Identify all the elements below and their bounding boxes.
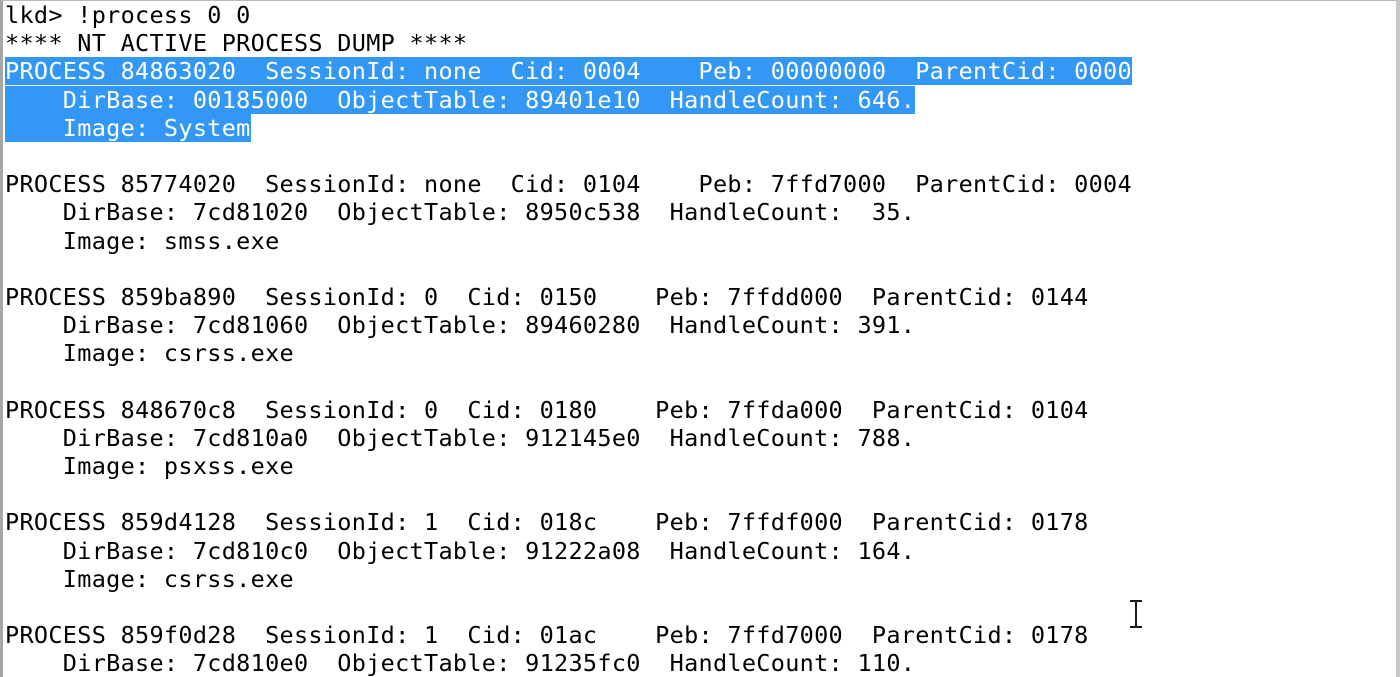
process-detail-line: DirBase: 00185000 ObjectTable: 89401e10 … [3, 85, 1396, 114]
prompt-line: lkd> !process 0 0 [5, 1, 251, 29]
console-output-pane[interactable]: lkd> !process 0 0 **** NT ACTIVE PROCESS … [3, 1, 1396, 677]
process-header-line: PROCESS 84863020 SessionId: none Cid: 00… [3, 57, 1396, 86]
process-image-line: Image: System [3, 113, 1396, 142]
selection-highlight: Image: System [5, 113, 251, 142]
process-detail-line: DirBase: 7cd81020 ObjectTable: 8950c538 … [5, 198, 916, 227]
process-image-line: Image: psxss.exe [5, 452, 294, 480]
debugger-window: lkd> !process 0 0 **** NT ACTIVE PROCESS … [0, 0, 1400, 677]
process-image-line: Image: csrss.exe [5, 339, 294, 368]
banner-line: **** NT ACTIVE PROCESS DUMP **** [5, 29, 468, 58]
process-detail-line: DirBase: 7cd810a0 ObjectTable: 912145e0 … [5, 423, 916, 452]
process-image-line: Image: smss.exe [5, 226, 280, 255]
process-header-line: PROCESS 859ba890 SessionId: 0 Cid: 0150 … [5, 282, 1089, 311]
process-detail-line: DirBase: 7cd810e0 ObjectTable: 91235fc0 … [5, 649, 916, 677]
selection-highlight: PROCESS 84863020 SessionId: none Cid: 00… [5, 57, 1132, 86]
process-detail-line: DirBase: 7cd810c0 ObjectTable: 91222a08 … [5, 536, 916, 565]
process-image-line: Image: csrss.exe [5, 564, 294, 593]
process-header-line: PROCESS 859f0d28 SessionId: 1 Cid: 01ac … [5, 621, 1089, 650]
process-header-line: PROCESS 848670c8 SessionId: 0 Cid: 0180 … [5, 395, 1089, 424]
selection-highlight: DirBase: 00185000 ObjectTable: 89401e10 … [5, 85, 916, 114]
process-header-line: PROCESS 859d4128 SessionId: 1 Cid: 018c … [5, 508, 1089, 537]
process-detail-line: DirBase: 7cd81060 ObjectTable: 89460280 … [5, 311, 916, 340]
process-header-line: PROCESS 85774020 SessionId: none Cid: 01… [5, 170, 1132, 199]
